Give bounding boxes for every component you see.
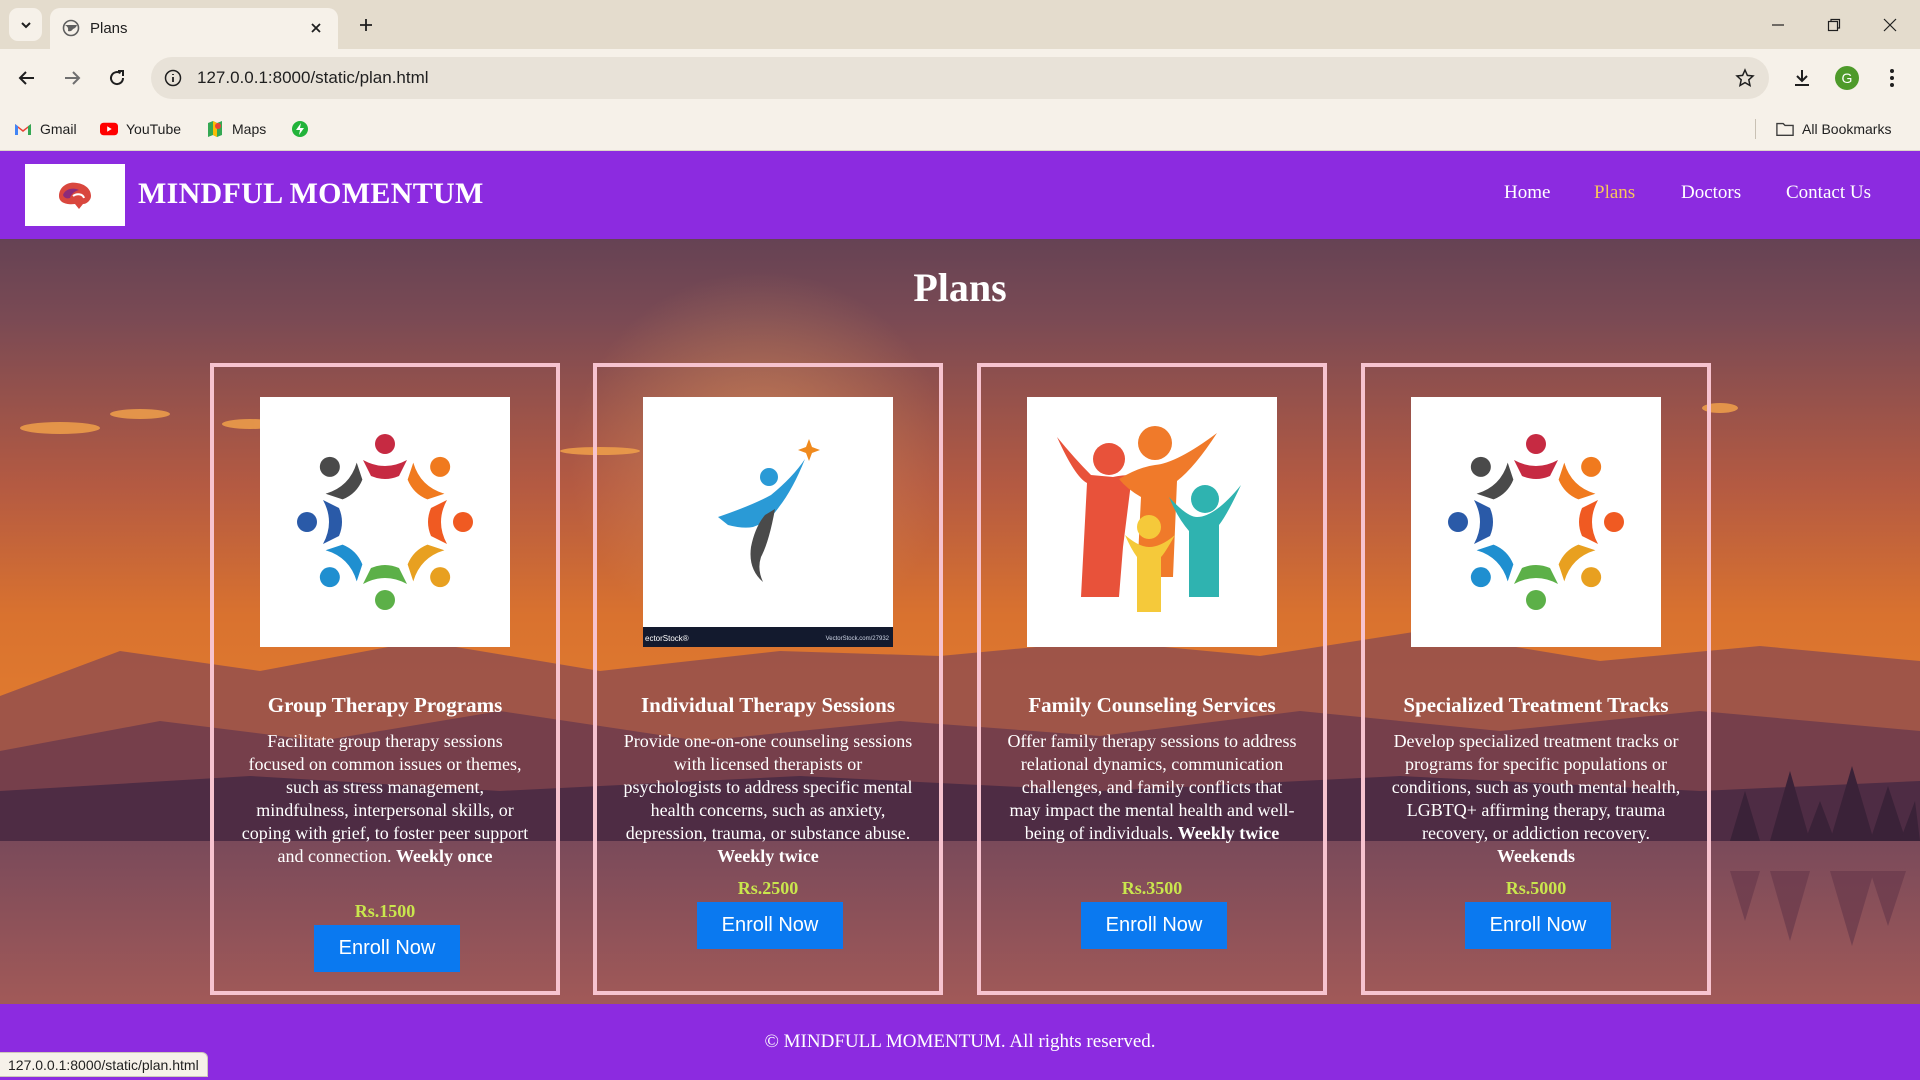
bookmark-star-icon[interactable]: [1733, 66, 1757, 90]
plan-card-individual-therapy: ectorStock® VectorStock.com/27932 Indivi…: [593, 363, 943, 995]
address-bar[interactable]: 127.0.0.1:8000/static/plan.html: [151, 57, 1769, 99]
kebab-menu-icon: [1890, 69, 1894, 87]
arrow-right-icon: [65, 71, 81, 85]
nav-doctors[interactable]: Doctors: [1681, 182, 1741, 204]
restore-button[interactable]: [1806, 0, 1862, 49]
enroll-now-button[interactable]: Enroll Now: [697, 902, 843, 949]
enroll-now-button[interactable]: Enroll Now: [1465, 902, 1611, 949]
plan-frequency: Weekly once: [395, 846, 493, 866]
plan-description: Develop specialized treatment tracks or …: [1391, 730, 1681, 868]
plan-frequency: Weekly twice: [1177, 823, 1280, 843]
bookmark-label: YouTube: [126, 121, 182, 137]
bookmark-extension[interactable]: [291, 117, 317, 141]
bookmark-label: Maps: [232, 121, 267, 137]
enroll-now-button[interactable]: Enroll Now: [1081, 902, 1227, 949]
watermark-right: VectorStock.com/27932: [825, 636, 889, 642]
site-logo[interactable]: [25, 164, 125, 226]
address-url: 127.0.0.1:8000/static/plan.html: [197, 68, 429, 87]
close-window-button[interactable]: [1862, 0, 1918, 49]
plan-card-group-therapy: Group Therapy Programs Facilitate group …: [210, 363, 560, 995]
plan-description: Offer family therapy sessions to address…: [1007, 730, 1297, 845]
link-status-bar: 127.0.0.1:8000/static/plan.html: [0, 1052, 208, 1077]
enroll-now-button[interactable]: Enroll Now: [314, 925, 460, 972]
site-footer: © MINDFULL MOMENTUM. All rights reserved…: [0, 1004, 1920, 1080]
plan-title: Individual Therapy Sessions: [640, 693, 896, 717]
bookmarks-bar: Gmail YouTube Maps All Bookmarks: [0, 107, 1920, 151]
plan-description: Facilitate group therapy sessions focuse…: [240, 730, 530, 868]
back-button[interactable]: [9, 60, 45, 96]
downloads-button[interactable]: [1784, 60, 1820, 96]
plan-card-specialized-treatment: Specialized Treatment Tracks Develop spe…: [1361, 363, 1711, 995]
tab-close-button[interactable]: [304, 16, 328, 40]
all-bookmarks-button[interactable]: All Bookmarks: [1776, 117, 1891, 141]
youtube-icon: [100, 120, 118, 138]
web-page: MINDFUL MOMENTUM Home Plans Doctors Cont…: [0, 151, 1920, 1080]
page-title: Plans: [913, 265, 1007, 310]
plan-price: Rs.1500: [354, 901, 416, 921]
browser-toolbar: 127.0.0.1:8000/static/plan.html G: [0, 49, 1920, 107]
minimize-button[interactable]: [1750, 0, 1806, 49]
plan-title: Family Counseling Services: [1028, 693, 1276, 717]
plan-description-text: Develop specialized treatment tracks or …: [1391, 731, 1681, 843]
avatar: G: [1835, 66, 1859, 90]
copyright-text: © MINDFULL MOMENTUM. All rights reserved…: [764, 1031, 1156, 1052]
bookmark-label: Gmail: [40, 121, 77, 137]
plan-frequency: Weekends: [1496, 846, 1575, 866]
bookmarks-divider: [1755, 119, 1756, 139]
globe-icon: [62, 19, 80, 37]
arrow-left-icon: [18, 71, 34, 85]
folder-icon: [1776, 120, 1794, 138]
brand-name: MINDFUL MOMENTUM: [138, 177, 484, 210]
nav-home[interactable]: Home: [1504, 182, 1550, 204]
maps-icon: [206, 120, 224, 138]
all-bookmarks-label: All Bookmarks: [1802, 121, 1892, 137]
new-tab-button[interactable]: [350, 10, 382, 40]
close-icon: [311, 23, 321, 33]
reload-button[interactable]: [99, 60, 135, 96]
browser-menu-button[interactable]: [1874, 60, 1910, 96]
plan-title: Specialized Treatment Tracks: [1403, 693, 1669, 717]
plan-price: Rs.5000: [1505, 878, 1567, 898]
site-info-icon[interactable]: [161, 66, 185, 90]
extension-bolt-icon: [291, 120, 309, 138]
plan-frequency: Weekly twice: [717, 846, 819, 866]
plan-title: Group Therapy Programs: [267, 693, 503, 717]
people-circle-logo: [1411, 397, 1661, 647]
bookmark-youtube[interactable]: YouTube: [100, 117, 181, 141]
gmail-icon: [14, 120, 32, 138]
plan-description: Provide one-on-one counseling sessions w…: [623, 730, 913, 868]
close-icon: [1883, 18, 1897, 31]
chevron-down-icon: [20, 21, 31, 28]
tab-title: Plans: [90, 20, 128, 37]
plan-price: Rs.2500: [737, 878, 799, 898]
plan-card-family-counseling: Family Counseling Services Offer family …: [977, 363, 1327, 995]
plan-price: Rs.3500: [1121, 878, 1183, 898]
reload-icon: [110, 70, 125, 86]
tab-search-button[interactable]: [9, 8, 42, 41]
profile-button[interactable]: G: [1829, 60, 1865, 96]
download-icon: [1795, 70, 1809, 86]
people-circle-logo: [260, 397, 510, 647]
browser-tab-strip: Plans: [0, 0, 1920, 49]
browser-tab-active[interactable]: Plans: [50, 8, 338, 49]
plus-icon: [360, 19, 372, 31]
watermark-left: ectorStock®: [645, 634, 689, 643]
site-header: MINDFUL MOMENTUM Home Plans Doctors Cont…: [0, 151, 1920, 239]
bookmark-gmail[interactable]: Gmail: [14, 117, 77, 141]
jumping-figure-star-logo: ectorStock® VectorStock.com/27932: [643, 397, 893, 647]
bookmark-maps[interactable]: Maps: [206, 117, 266, 141]
nav-contact-us[interactable]: Contact Us: [1786, 182, 1871, 204]
family-figures-logo: [1027, 397, 1277, 647]
forward-button[interactable]: [54, 60, 90, 96]
brain-heart-logo-icon: [59, 182, 91, 209]
nav-plans[interactable]: Plans: [1594, 182, 1635, 204]
minimize-icon: [1772, 23, 1784, 26]
restore-icon: [1827, 18, 1841, 31]
plan-description-text: Provide one-on-one counseling sessions w…: [623, 731, 913, 843]
